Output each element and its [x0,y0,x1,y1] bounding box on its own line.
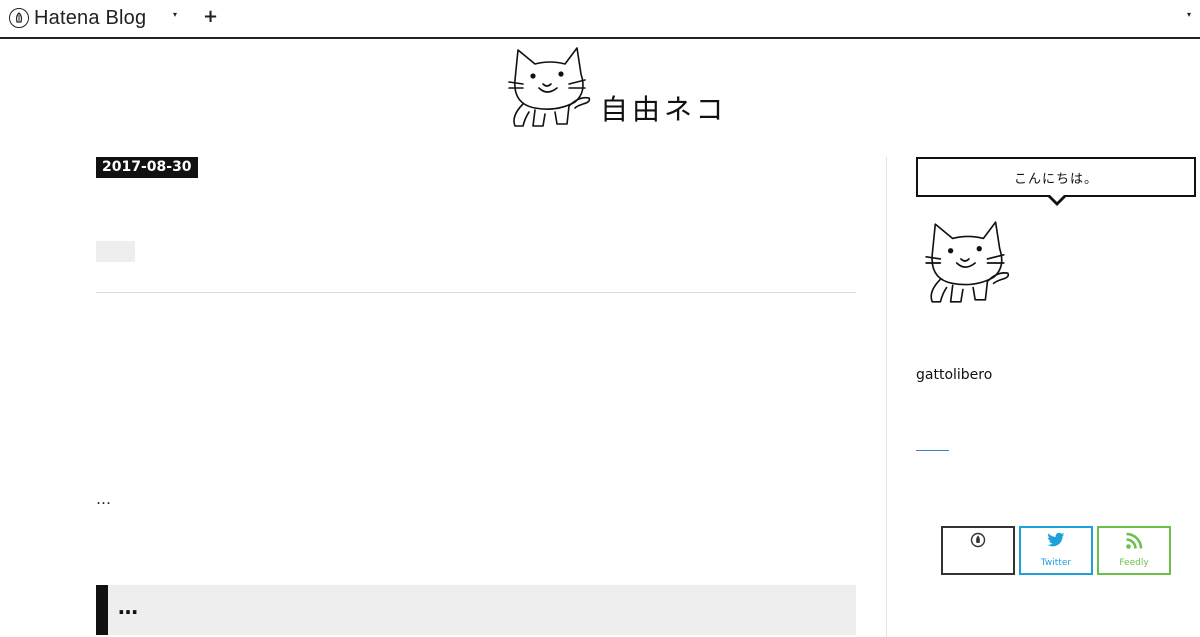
rss-feed-icon [1125,532,1143,554]
profile-link[interactable] [916,450,949,451]
hatena-logo-icon [970,532,986,552]
profile-cat-avatar[interactable] [922,220,1014,306]
entry-divider [96,292,856,293]
add-new-button[interactable]: + [203,7,218,27]
sidebar-divider [886,157,887,637]
section-heading-text: … [118,595,138,619]
speech-bubble-tail-fill [1049,194,1065,202]
greeting-text: こんにちは。 [1013,171,1098,187]
entry-date-badge[interactable]: 2017-08-30 [96,157,198,178]
brand-name: Hatena Blog [34,6,147,29]
subscribe-hatena-button[interactable] [941,526,1015,575]
entry-excerpt: … [96,490,111,508]
entry-category-chip[interactable] [96,241,135,262]
global-header: Hatena Blog ▾ + ▾ [0,0,1200,39]
hatena-logo-icon [9,8,29,28]
subscribe-feedly-button[interactable]: Feedly [1097,526,1171,575]
entry-section-heading: … [96,585,856,635]
twitter-label: Twitter [1040,558,1072,568]
greeting-speech-bubble: こんにちは。 [916,157,1196,197]
profile-username[interactable]: gattolibero [916,367,992,383]
blog-menu-dropdown-icon[interactable]: ▾ [173,10,177,19]
cat-logo-icon [508,47,591,127]
twitter-bird-icon [1047,532,1065,552]
blog-title[interactable]: 自由ネコ [600,88,727,128]
hatena-blog-logo-link[interactable]: Hatena Blog [9,6,146,30]
subscribe-twitter-button[interactable]: Twitter [1019,526,1093,575]
user-menu-dropdown-icon[interactable]: ▾ [1187,10,1191,19]
feedly-label: Feedly [1119,558,1149,568]
